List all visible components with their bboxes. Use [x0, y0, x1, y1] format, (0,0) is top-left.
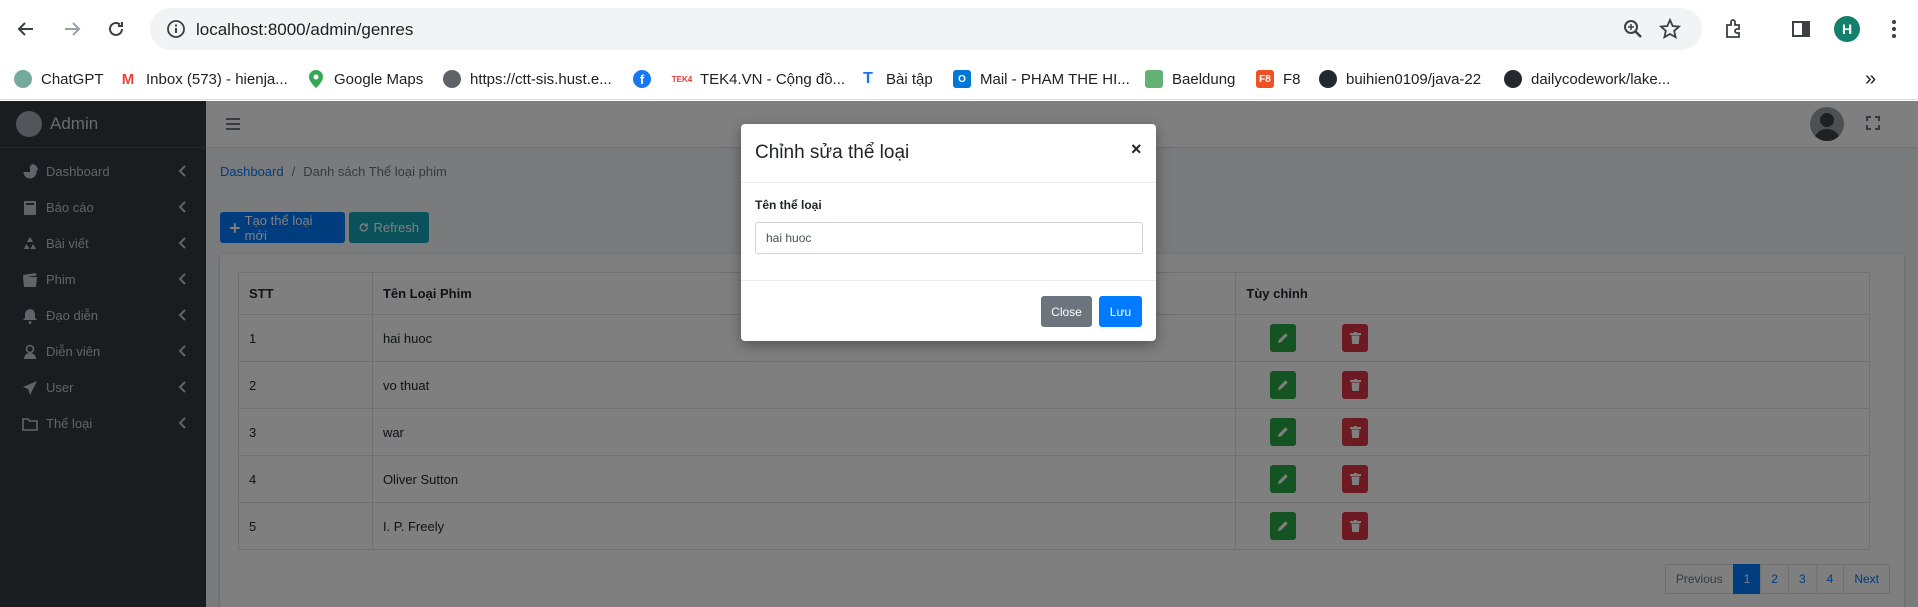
back-arrow-icon: [17, 22, 33, 36]
baeldung-icon: [1145, 70, 1163, 88]
modal-close-icon[interactable]: ×: [1131, 139, 1142, 160]
bookmark-gmail[interactable]: M Inbox (573) - hienja...: [119, 67, 288, 91]
modal-header-divider: [741, 182, 1156, 183]
zoom-icon[interactable]: [1622, 18, 1644, 40]
bookmark-github-java[interactable]: buihien0109/java-22: [1319, 67, 1481, 91]
bookmark-label: Mail - PHAM THE HI...: [980, 70, 1130, 88]
close-button[interactable]: Close: [1041, 296, 1092, 327]
google-maps-icon: [307, 70, 325, 88]
facebook-icon: f: [633, 70, 651, 88]
bookmark-ctt-sis[interactable]: https://ctt-sis.hust.e...: [443, 67, 612, 91]
reload-icon: [109, 21, 123, 36]
bookmark-label: dailycodework/lake...: [1531, 70, 1671, 88]
bookmark-outlook[interactable]: O Mail - PHAM THE HI...: [953, 67, 1130, 91]
bookmark-tek4[interactable]: TEK4 TEK4.VN - Cộng đồ...: [672, 67, 846, 91]
edit-genre-modal: Chỉnh sửa thể loại × Tên thể loại Close …: [741, 124, 1156, 341]
modal-title: Chỉnh sửa thể loại: [755, 142, 910, 163]
bai-tap-icon: T: [859, 70, 877, 88]
bookmark-label: https://ctt-sis.hust.e...: [470, 70, 612, 88]
save-button[interactable]: Lưu: [1099, 296, 1142, 327]
bookmark-star-icon[interactable]: [1658, 17, 1682, 40]
more-menu-icon[interactable]: [1880, 15, 1908, 43]
chatgpt-icon: [14, 70, 32, 88]
site-info-icon[interactable]: [166, 19, 186, 44]
modal-footer-divider: [741, 280, 1156, 281]
f8-icon: F8: [1256, 70, 1274, 88]
forward-arrow-icon: [65, 22, 81, 36]
address-bar[interactable]: localhost:8000/admin/genres: [150, 8, 1702, 50]
bookmark-label: Bài tập: [886, 70, 933, 88]
gmail-icon: M: [119, 70, 137, 88]
forward-button[interactable]: [57, 14, 87, 44]
bookmark-label: Baeldung: [1172, 70, 1236, 88]
tek4-icon: TEK4: [672, 70, 692, 88]
github-icon: [1504, 70, 1522, 88]
profile-avatar[interactable]: H: [1834, 16, 1860, 42]
bookmark-label: F8: [1283, 70, 1301, 88]
github-icon: [1319, 70, 1337, 88]
side-panel-icon[interactable]: [1787, 15, 1815, 43]
browser-toolbar: localhost:8000/admin/genres H: [0, 0, 1918, 58]
bookmarks-bar: ChatGPT M Inbox (573) - hienja... Google…: [0, 58, 1918, 100]
bookmark-google-maps[interactable]: Google Maps: [307, 67, 423, 91]
url-text[interactable]: localhost:8000/admin/genres: [196, 20, 413, 40]
reload-button[interactable]: [101, 14, 131, 44]
genre-name-input[interactable]: [755, 222, 1143, 254]
bookmark-label: Inbox (573) - hienja...: [146, 70, 288, 88]
bookmark-label: TEK4.VN - Cộng đồ...: [700, 70, 846, 88]
bookmark-bai-tap[interactable]: T Bài tập: [859, 67, 933, 91]
extensions-icon[interactable]: [1720, 15, 1748, 43]
globe-icon: [443, 70, 461, 88]
back-button[interactable]: [11, 14, 41, 44]
bookmark-f8[interactable]: F8 F8: [1256, 67, 1301, 91]
bookmark-facebook[interactable]: f: [633, 67, 660, 91]
bookmark-chatgpt[interactable]: ChatGPT: [14, 67, 104, 91]
more-bookmarks-icon[interactable]: »: [1865, 67, 1876, 91]
bookmark-label: Google Maps: [334, 70, 424, 88]
bookmark-label: ChatGPT: [41, 70, 104, 88]
outlook-icon: O: [953, 70, 971, 88]
genre-name-label: Tên thể loại: [755, 198, 822, 212]
bookmark-github-lake[interactable]: dailycodework/lake...: [1504, 67, 1670, 91]
bookmark-baeldung[interactable]: Baeldung: [1145, 67, 1235, 91]
bookmark-label: buihien0109/java-22: [1346, 70, 1482, 88]
